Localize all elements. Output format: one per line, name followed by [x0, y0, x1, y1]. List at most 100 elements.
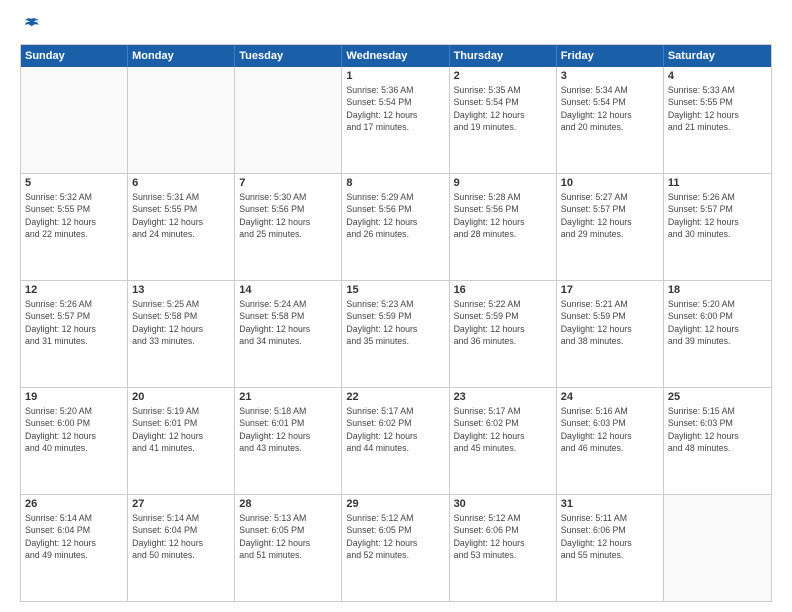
- day-cell-13: 13Sunrise: 5:25 AM Sunset: 5:58 PM Dayli…: [128, 281, 235, 387]
- day-number: 25: [668, 391, 767, 403]
- logo-bird-icon: [22, 16, 40, 34]
- day-info: Sunrise: 5:13 AM Sunset: 6:05 PM Dayligh…: [239, 512, 337, 561]
- day-cell-19: 19 Sunrise: 5:20 AM Sunset: 6:00 PM Dayli…: [21, 388, 128, 494]
- day-cell-22: 22 Sunrise: 5:17 AM Sunset: 6:02 PM Dayli…: [342, 388, 449, 494]
- day-number: 10: [561, 177, 659, 189]
- day-info: Sunrise: 5:33 AM Sunset: 5:55 PM Dayligh…: [668, 84, 767, 133]
- day-info: Sunrise: 5:18 AM Sunset: 6:01 PM Dayligh…: [239, 405, 337, 454]
- day-cell-7: 7Sunrise: 5:30 AM Sunset: 5:56 PM Daylig…: [235, 174, 342, 280]
- day-cell-14: 14 Sunrise: 5:24 AM Sunset: 5:58 PM Dayli…: [235, 281, 342, 387]
- day-info: Sunrise: 5:14 AM Sunset: 6:04 PM Dayligh…: [25, 512, 123, 561]
- day-number: 13: [132, 284, 230, 296]
- day-info: Sunrise: 5:23 AM Sunset: 5:59 PM Dayligh…: [346, 298, 444, 347]
- day-cell-31: 31 Sunrise: 5:11 AM Sunset: 6:06 PM Dayli…: [557, 495, 664, 601]
- header-cell-friday: Friday: [557, 45, 664, 67]
- day-info: Sunrise: 5:16 AM Sunset: 6:03 PM Dayligh…: [561, 405, 659, 454]
- day-cell-17: 17 Sunrise: 5:21 AM Sunset: 5:59 PM Dayli…: [557, 281, 664, 387]
- calendar-row-2: 5 Sunrise: 5:32 AM Sunset: 5:55 PM Daylig…: [21, 174, 771, 281]
- empty-cell: [21, 67, 128, 173]
- day-cell-16: 16Sunrise: 5:22 AM Sunset: 5:59 PM Dayli…: [450, 281, 557, 387]
- day-number: 2: [454, 70, 552, 82]
- day-cell-20: 20 Sunrise: 5:19 AM Sunset: 6:01 PM Dayli…: [128, 388, 235, 494]
- day-info: Sunrise: 5:21 AM Sunset: 5:59 PM Dayligh…: [561, 298, 659, 347]
- day-info: Sunrise: 5:22 AM Sunset: 5:59 PM Dayligh…: [454, 298, 552, 347]
- day-number: 3: [561, 70, 659, 82]
- calendar-header: SundayMondayTuesdayWednesdayThursdayFrid…: [21, 45, 771, 67]
- day-number: 5: [25, 177, 123, 189]
- day-number: 21: [239, 391, 337, 403]
- header-cell-tuesday: Tuesday: [235, 45, 342, 67]
- day-number: 20: [132, 391, 230, 403]
- day-number: 28: [239, 498, 337, 510]
- day-cell-24: 24 Sunrise: 5:16 AM Sunset: 6:03 PM Dayli…: [557, 388, 664, 494]
- day-info: Sunrise: 5:15 AM Sunset: 6:03 PM Dayligh…: [668, 405, 767, 454]
- day-info: Sunrise: 5:17 AM Sunset: 6:02 PM Dayligh…: [454, 405, 552, 454]
- day-info: Sunrise: 5:32 AM Sunset: 5:55 PM Dayligh…: [25, 191, 123, 240]
- day-number: 17: [561, 284, 659, 296]
- calendar-body: 1Sunrise: 5:36 AM Sunset: 5:54 PM Daylig…: [21, 67, 771, 601]
- day-cell-11: 11 Sunrise: 5:26 AM Sunset: 5:57 PM Dayli…: [664, 174, 771, 280]
- day-info: Sunrise: 5:26 AM Sunset: 5:57 PM Dayligh…: [25, 298, 123, 347]
- day-cell-29: 29 Sunrise: 5:12 AM Sunset: 6:05 PM Dayli…: [342, 495, 449, 601]
- day-number: 9: [454, 177, 552, 189]
- page: SundayMondayTuesdayWednesdayThursdayFrid…: [0, 0, 792, 612]
- day-number: 11: [668, 177, 767, 189]
- day-info: Sunrise: 5:19 AM Sunset: 6:01 PM Dayligh…: [132, 405, 230, 454]
- day-number: 12: [25, 284, 123, 296]
- day-info: Sunrise: 5:27 AM Sunset: 5:57 PM Dayligh…: [561, 191, 659, 240]
- day-cell-27: 27Sunrise: 5:14 AM Sunset: 6:04 PM Dayli…: [128, 495, 235, 601]
- day-number: 1: [346, 70, 444, 82]
- empty-cell: [664, 495, 771, 601]
- day-info: Sunrise: 5:11 AM Sunset: 6:06 PM Dayligh…: [561, 512, 659, 561]
- day-cell-6: 6 Sunrise: 5:31 AM Sunset: 5:55 PM Daylig…: [128, 174, 235, 280]
- day-cell-15: 15 Sunrise: 5:23 AM Sunset: 5:59 PM Dayli…: [342, 281, 449, 387]
- empty-cell: [235, 67, 342, 173]
- day-cell-2: 2 Sunrise: 5:35 AM Sunset: 5:54 PM Daylig…: [450, 67, 557, 173]
- day-info: Sunrise: 5:29 AM Sunset: 5:56 PM Dayligh…: [346, 191, 444, 240]
- day-number: 19: [25, 391, 123, 403]
- day-number: 29: [346, 498, 444, 510]
- day-cell-26: 26 Sunrise: 5:14 AM Sunset: 6:04 PM Dayli…: [21, 495, 128, 601]
- header-cell-monday: Monday: [128, 45, 235, 67]
- header: [20, 16, 772, 34]
- day-info: Sunrise: 5:24 AM Sunset: 5:58 PM Dayligh…: [239, 298, 337, 347]
- day-cell-4: 4 Sunrise: 5:33 AM Sunset: 5:55 PM Daylig…: [664, 67, 771, 173]
- day-info: Sunrise: 5:12 AM Sunset: 6:05 PM Dayligh…: [346, 512, 444, 561]
- day-number: 22: [346, 391, 444, 403]
- day-number: 23: [454, 391, 552, 403]
- header-cell-wednesday: Wednesday: [342, 45, 449, 67]
- day-cell-18: 18Sunrise: 5:20 AM Sunset: 6:00 PM Dayli…: [664, 281, 771, 387]
- day-number: 4: [668, 70, 767, 82]
- day-number: 24: [561, 391, 659, 403]
- day-info: Sunrise: 5:31 AM Sunset: 5:55 PM Dayligh…: [132, 191, 230, 240]
- day-info: Sunrise: 5:17 AM Sunset: 6:02 PM Dayligh…: [346, 405, 444, 454]
- day-number: 27: [132, 498, 230, 510]
- day-info: Sunrise: 5:30 AM Sunset: 5:56 PM Dayligh…: [239, 191, 337, 240]
- calendar-row-4: 19 Sunrise: 5:20 AM Sunset: 6:00 PM Dayli…: [21, 388, 771, 495]
- day-number: 31: [561, 498, 659, 510]
- day-number: 26: [25, 498, 123, 510]
- day-cell-3: 3Sunrise: 5:34 AM Sunset: 5:54 PM Daylig…: [557, 67, 664, 173]
- day-cell-10: 10 Sunrise: 5:27 AM Sunset: 5:57 PM Dayli…: [557, 174, 664, 280]
- day-info: Sunrise: 5:20 AM Sunset: 6:00 PM Dayligh…: [25, 405, 123, 454]
- day-cell-21: 21 Sunrise: 5:18 AM Sunset: 6:01 PM Dayli…: [235, 388, 342, 494]
- day-cell-25: 25 Sunrise: 5:15 AM Sunset: 6:03 PM Dayli…: [664, 388, 771, 494]
- calendar-row-3: 12 Sunrise: 5:26 AM Sunset: 5:57 PM Dayli…: [21, 281, 771, 388]
- calendar: SundayMondayTuesdayWednesdayThursdayFrid…: [20, 44, 772, 602]
- day-info: Sunrise: 5:26 AM Sunset: 5:57 PM Dayligh…: [668, 191, 767, 240]
- calendar-row-1: 1Sunrise: 5:36 AM Sunset: 5:54 PM Daylig…: [21, 67, 771, 174]
- day-cell-28: 28 Sunrise: 5:13 AM Sunset: 6:05 PM Dayli…: [235, 495, 342, 601]
- day-info: Sunrise: 5:35 AM Sunset: 5:54 PM Dayligh…: [454, 84, 552, 133]
- day-number: 18: [668, 284, 767, 296]
- header-cell-thursday: Thursday: [450, 45, 557, 67]
- day-number: 6: [132, 177, 230, 189]
- day-number: 8: [346, 177, 444, 189]
- day-cell-8: 8 Sunrise: 5:29 AM Sunset: 5:56 PM Daylig…: [342, 174, 449, 280]
- day-number: 14: [239, 284, 337, 296]
- logo: [20, 16, 40, 34]
- day-cell-23: 23 Sunrise: 5:17 AM Sunset: 6:02 PM Dayli…: [450, 388, 557, 494]
- header-cell-sunday: Sunday: [21, 45, 128, 67]
- day-number: 15: [346, 284, 444, 296]
- day-info: Sunrise: 5:28 AM Sunset: 5:56 PM Dayligh…: [454, 191, 552, 240]
- day-info: Sunrise: 5:12 AM Sunset: 6:06 PM Dayligh…: [454, 512, 552, 561]
